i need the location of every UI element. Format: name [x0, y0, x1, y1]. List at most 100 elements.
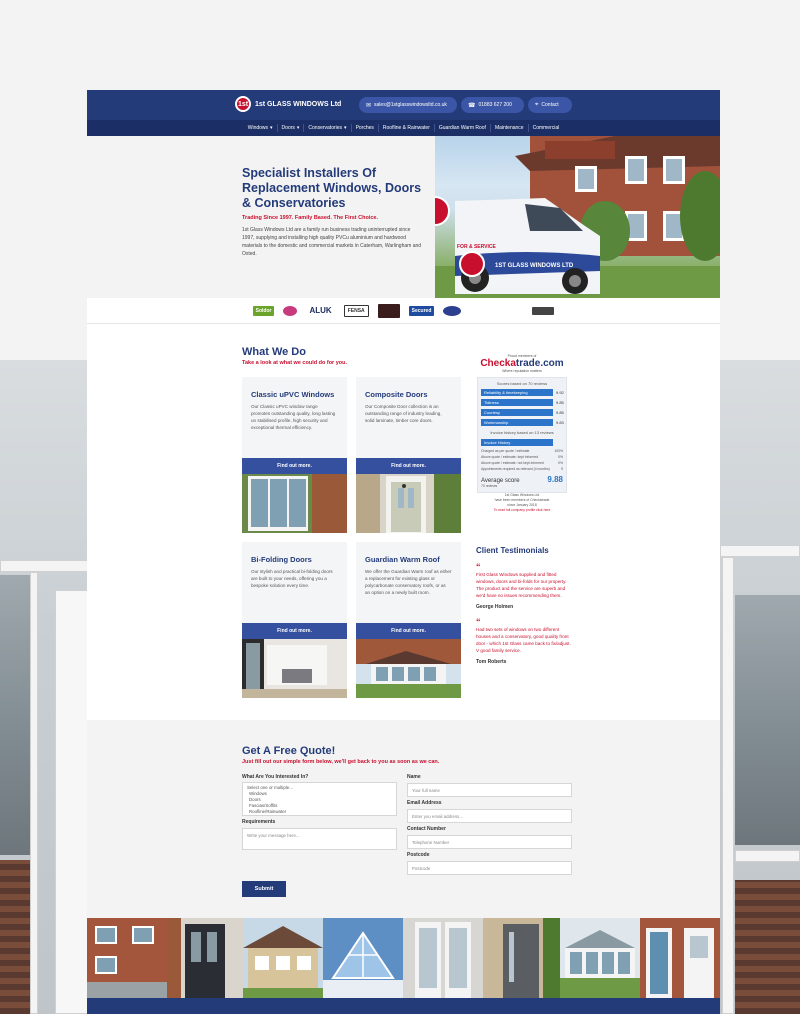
hero-text: Specialist Installers Of Replacement Win… — [242, 166, 422, 258]
find-out-more-button[interactable]: Find out more. — [242, 458, 347, 474]
contact-button[interactable]: ⌖ Contact — [528, 97, 572, 113]
hero-body: 1st Glass Windows Ltd are a family run b… — [242, 227, 422, 257]
requirements-textarea[interactable]: Write your message here... — [242, 828, 397, 850]
checkatrade-tagline: Where reputation matters — [502, 369, 542, 373]
testimonial-quote: Had two sets of windows on two different… — [476, 627, 571, 653]
envelope-icon: ✉ — [366, 102, 372, 109]
find-out-more-button[interactable]: Find out more. — [356, 458, 461, 474]
nav-label: Porches — [355, 125, 374, 131]
name-input[interactable]: Your full name — [407, 783, 572, 797]
nav-label: Maintenance — [494, 125, 524, 131]
testimonials-title: Client Testimonials — [476, 546, 549, 555]
service-card-composite-doors: Composite Doors Our Composite Door colle… — [356, 377, 461, 533]
gallery-image — [167, 918, 243, 998]
phone-input[interactable]: Telephone Number — [407, 835, 572, 849]
nav-porches[interactable]: Porches — [352, 124, 379, 132]
logo-text: 1st GLASS WINDOWS Ltd — [255, 100, 342, 108]
email-input[interactable]: Enter you email address... — [407, 809, 572, 823]
score-value: 9.85 — [556, 410, 564, 415]
nav-conservatories[interactable]: Conservatories ▾ — [304, 124, 352, 132]
find-out-more-button[interactable]: Find out more. — [242, 623, 347, 639]
top-header: 1st 1st GLASS WINDOWS Ltd ✉ sales@1stgla… — [87, 90, 720, 120]
gallery-image — [483, 918, 560, 998]
what-we-do-section: What We Do Take a look at what we could … — [87, 324, 720, 720]
invoice-line-label: Above quote / estimate: not kept informe… — [481, 461, 544, 465]
service-title: Composite Doors — [365, 390, 428, 399]
nav-label: Doors — [281, 125, 295, 131]
website: 1st 1st GLASS WINDOWS Ltd ✉ sales@1stgla… — [87, 90, 720, 1014]
email-button[interactable]: ✉ sales@1stglasswindowsltd.co.uk — [359, 97, 457, 113]
service-title: Bi-Folding Doors — [251, 555, 312, 564]
service-title: Guardian Warm Roof — [365, 555, 440, 564]
quote-heading: Get A Free Quote! Just fill out our simp… — [242, 745, 439, 765]
score-value: 9.92 — [556, 390, 564, 395]
brand-logo-9 — [501, 309, 523, 313]
brand-logo-5 — [377, 303, 400, 318]
chevron-down-icon: ▾ — [344, 125, 347, 131]
nav-roofline[interactable]: Roofline & Rainwater — [379, 124, 435, 132]
gallery-image — [640, 918, 720, 998]
what-we-do-heading: What We Do Take a look at what we could … — [242, 346, 347, 366]
quote-icon: “ — [476, 562, 481, 572]
accreditation-logos: Soldor ALUK FENSA Secured — [87, 298, 720, 324]
invoice-line-value: 9 — [561, 467, 563, 471]
testimonial-author: Tom Roberts — [476, 659, 507, 665]
hero-title: Specialist Installers Of Replacement Win… — [242, 166, 422, 210]
brand-logo-secured: Secured — [408, 305, 435, 316]
invoice-heading: Invoice history based on 13 reviews — [490, 430, 554, 435]
nav-commercial[interactable]: Commercial — [529, 124, 564, 132]
name-label: Name — [407, 774, 421, 780]
gallery-strip — [87, 918, 720, 998]
phone-icon: ☎ — [468, 102, 476, 109]
invoice-line-label: Charged as per quote / estimate — [481, 449, 530, 453]
score-row: Tidiness 9.85 — [481, 399, 564, 406]
score-value: 9.85 — [556, 400, 564, 405]
nav-label: Conservatories — [308, 125, 343, 131]
contact-label: Contact — [541, 102, 559, 108]
score-label: Reliability & timekeeping — [481, 389, 553, 396]
checkatrade-scores: Scores based on 70 reviews Reliability &… — [477, 377, 567, 493]
brand-logo-fensa: FENSA — [343, 304, 369, 317]
nav-label: Roofline & Rainwater — [382, 125, 430, 131]
average-value: 9.88 — [547, 475, 563, 484]
brand-logo-10 — [532, 306, 555, 315]
phone-label: Contact Number — [407, 826, 446, 832]
site-logo[interactable]: 1st 1st GLASS WINDOWS Ltd — [235, 96, 341, 112]
rosette-logo-icon: 1st — [235, 96, 251, 112]
email-label: sales@1stglasswindowsltd.co.uk — [374, 102, 447, 108]
checkatrade-profile-link[interactable]: To read full company profile click here — [477, 508, 567, 512]
hero-image-house-and-van: 1ST GLASS WINDOWS LTD FOR & SERVICE — [435, 136, 720, 298]
gallery-image — [243, 918, 323, 998]
checkatrade-logo: Checkatrade.com — [477, 358, 567, 369]
score-label: Tidiness — [481, 399, 553, 406]
gallery-image — [87, 918, 167, 998]
invoice-line-value: 100% — [554, 449, 563, 453]
nav-windows[interactable]: Windows ▾ — [244, 124, 278, 132]
email-label: Email Address — [407, 800, 442, 806]
score-row: Workmanship 9.83 — [481, 419, 564, 426]
nav-guardian[interactable]: Guardian Warm Roof — [435, 124, 491, 132]
submit-button[interactable]: Submit — [242, 881, 286, 897]
nav-label: Commercial — [532, 125, 560, 131]
interest-multiselect[interactable]: Select one or multiple... Windows Doors … — [242, 782, 397, 816]
brand-logo-soldor: Soldor — [252, 305, 275, 316]
checkatrade-widget[interactable]: Proud members of Checkatrade.com Where r… — [477, 354, 567, 512]
interest-label: What Are You Interested In? — [242, 774, 309, 780]
nav-label: Windows — [247, 125, 269, 131]
section-title: What We Do — [242, 346, 306, 358]
find-out-more-button[interactable]: Find out more. — [356, 623, 461, 639]
service-image-door — [356, 474, 461, 533]
score-row: Courtesy 9.85 — [481, 409, 564, 416]
chevron-down-icon: ▾ — [296, 125, 300, 131]
postcode-input[interactable]: Postcode — [407, 861, 572, 875]
quote-subtitle: Just fill out our simple form below, we'… — [242, 759, 440, 765]
brand-logo-7 — [443, 305, 462, 316]
option[interactable]: Roofline/Rainwater — [247, 809, 392, 815]
nav-maintenance[interactable]: Maintenance — [491, 124, 529, 132]
nav-doors[interactable]: Doors ▾ — [278, 124, 305, 132]
invoice-line-label: Appointments required as relevant (4 mon… — [481, 467, 550, 471]
service-image-warm-roof — [356, 639, 461, 698]
phone-button[interactable]: ☎ 01883 627 200 — [461, 97, 524, 113]
service-desc: We offer the Guardian Warm roof as eithe… — [365, 569, 452, 595]
service-desc: Our Classic uPVC window range promotes o… — [251, 404, 336, 430]
